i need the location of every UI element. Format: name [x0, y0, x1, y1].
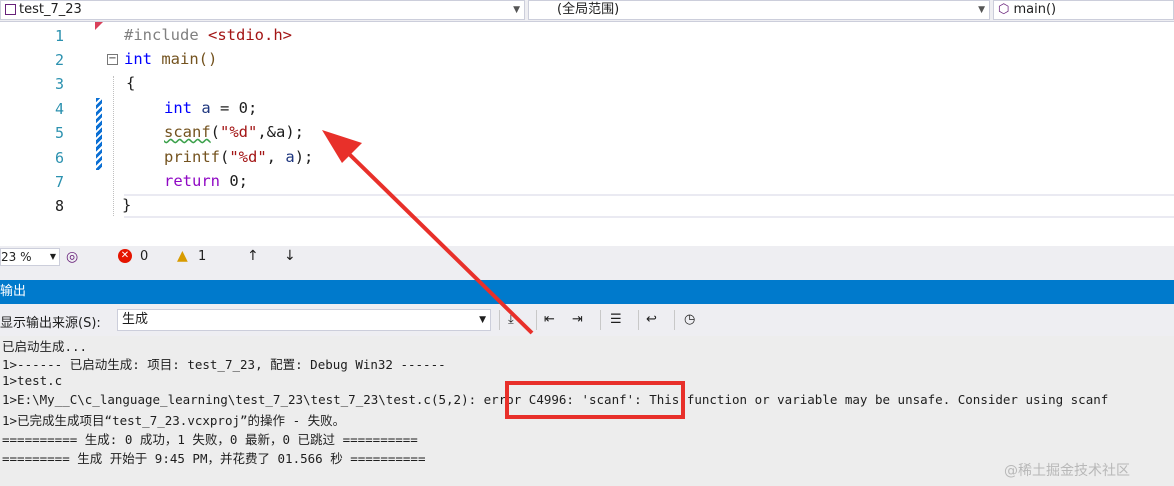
annotation-arrow — [322, 130, 534, 335]
